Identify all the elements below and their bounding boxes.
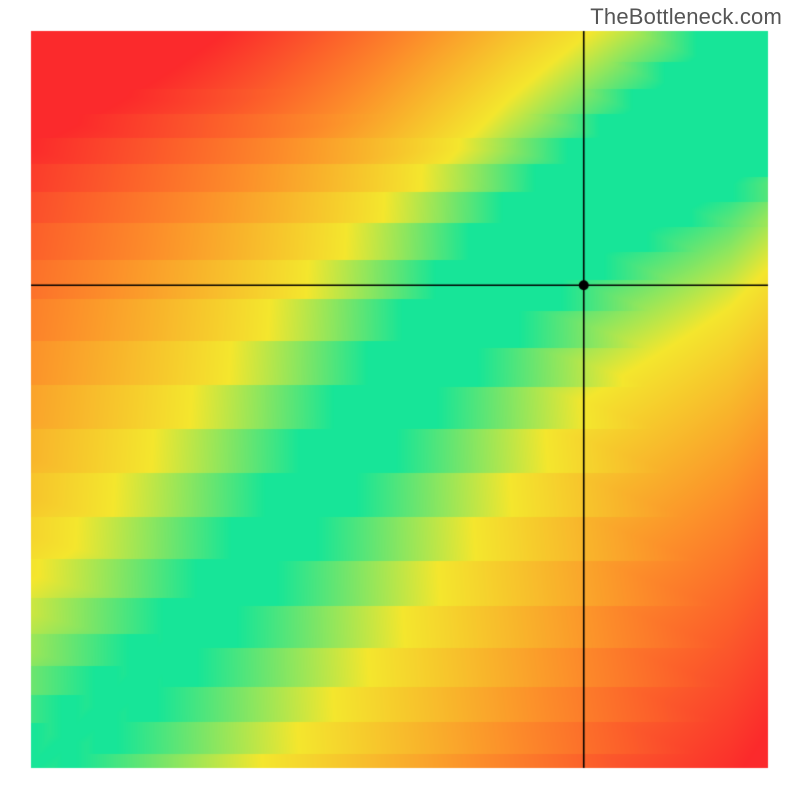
chart-container: TheBottleneck.com: [0, 0, 800, 800]
heatmap-canvas: [0, 0, 800, 800]
watermark-text: TheBottleneck.com: [590, 4, 782, 30]
